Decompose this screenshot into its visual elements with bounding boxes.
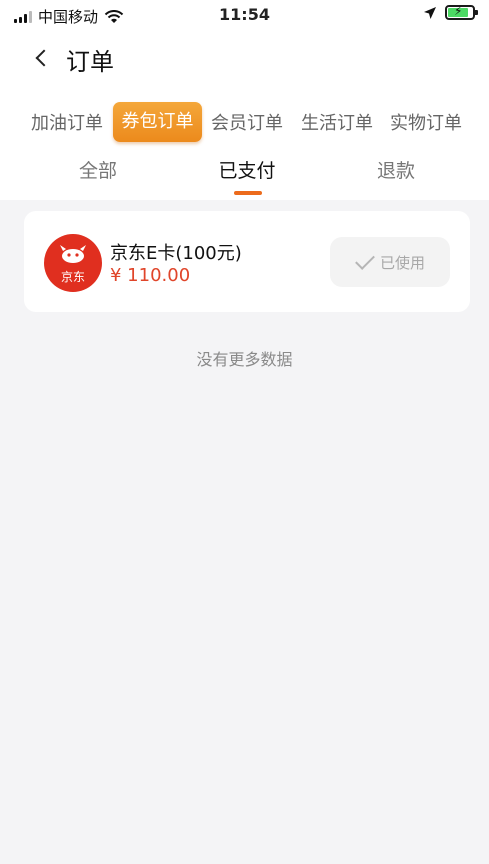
jd-logo: 京东 (44, 234, 102, 292)
battery-icon: ⚡ (445, 4, 478, 20)
tab-coupon-orders[interactable]: 券包订单 (113, 102, 202, 142)
order-card[interactable]: 京东 京东E卡(100元) ¥ 110.00 已使用 (24, 211, 470, 312)
status-bar: 中国移动 11:54 ⚡ (0, 0, 489, 32)
tab-fuel-orders[interactable]: 加油订单 (28, 106, 106, 142)
tab-all[interactable]: 全部 (38, 156, 158, 183)
clock: 11:54 (219, 5, 270, 24)
order-price: ¥ 110.00 (110, 265, 191, 286)
checkmark-icon (355, 250, 375, 270)
status-label: 已使用 (380, 254, 426, 272)
logo-text: 京东 (60, 270, 85, 284)
tab-paid[interactable]: 已支付 (187, 156, 307, 183)
tab-membership-orders[interactable]: 会员订单 (208, 106, 286, 142)
navigation-bar: 订单 (0, 32, 489, 84)
status-right: ⚡ (423, 4, 478, 20)
no-more-data-hint: 没有更多数据 (196, 350, 293, 369)
used-status-button[interactable]: 已使用 (330, 237, 450, 287)
location-arrow-icon (424, 6, 436, 19)
page-title: 订单 (66, 48, 114, 76)
tab-refund[interactable]: 退款 (336, 156, 456, 183)
order-tabs: 加油订单 券包订单 会员订单 生活订单 实物订单 全部 已支付 退款 (0, 84, 489, 200)
product-name: 京东E卡(100元) (110, 243, 242, 264)
back-arrow-icon[interactable] (28, 40, 58, 74)
active-tab-indicator (234, 191, 262, 195)
tab-physical-orders[interactable]: 实物订单 (387, 106, 465, 142)
category-tab-bar: 加油订单 券包订单 会员订单 生活订单 实物订单 (0, 100, 489, 146)
tab-life-orders[interactable]: 生活订单 (298, 106, 376, 142)
